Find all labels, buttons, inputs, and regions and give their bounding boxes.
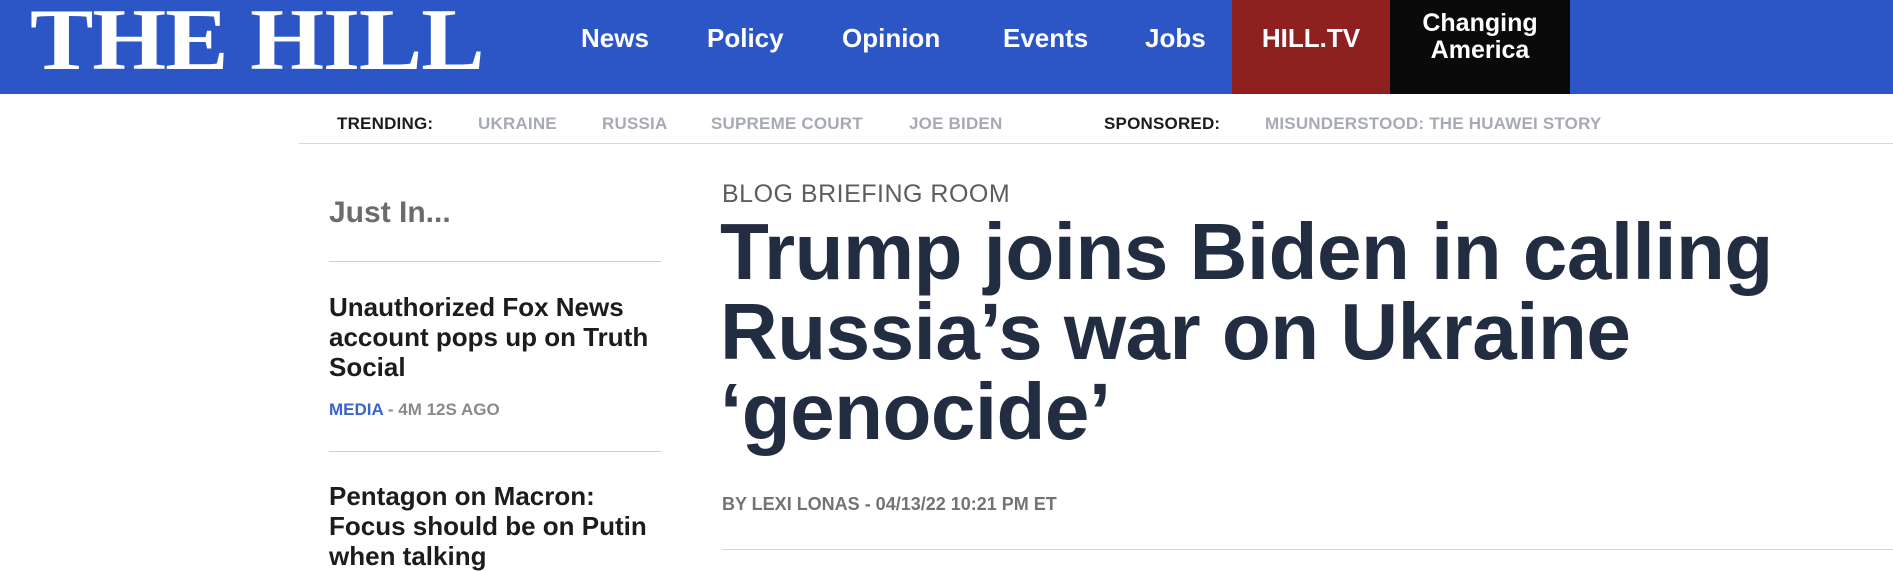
- nav-policy[interactable]: Policy: [707, 0, 784, 94]
- nav-jobs[interactable]: Jobs: [1145, 0, 1206, 94]
- just-in-title: Just In...: [329, 196, 451, 229]
- trending-joe-biden[interactable]: JOE BIDEN: [909, 94, 1002, 154]
- nav-changing-america[interactable]: Changing America: [1390, 0, 1570, 94]
- story-timestamp: 4M 12S AGO: [398, 400, 500, 419]
- article-byline: BY LEXI LONAS - 04/13/22 10:21 PM ET: [722, 494, 1057, 514]
- nav-news[interactable]: News: [581, 0, 649, 94]
- trending-russia[interactable]: RUSSIA: [602, 94, 667, 154]
- nav-events[interactable]: Events: [1003, 0, 1088, 94]
- sidebar-story-headline[interactable]: Pentagon on Macron: Focus should be on P…: [329, 481, 669, 571]
- article-kicker[interactable]: BLOG BRIEFING ROOM: [722, 180, 1010, 209]
- changing-line-2: America: [1430, 36, 1530, 64]
- nav-hilltv[interactable]: HILL.TV: [1232, 0, 1390, 94]
- sponsored-label: SPONSORED:: [1104, 114, 1221, 133]
- nav-opinion[interactable]: Opinion: [842, 0, 940, 94]
- article-divider: [722, 549, 1893, 550]
- sidebar-story-headline[interactable]: Unauthorized Fox News account pops up on…: [329, 292, 669, 382]
- sidebar-divider: [329, 451, 661, 452]
- site-logo[interactable]: THE HILL: [30, 0, 485, 88]
- trending-label: TRENDING:: [337, 114, 434, 133]
- trending-bar: TRENDING: UKRAINE RUSSIA SUPREME COURT J…: [299, 94, 1893, 144]
- changing-line-1: Changing: [1422, 9, 1538, 37]
- sponsored-link[interactable]: MISUNDERSTOOD: THE HUAWEI STORY: [1265, 94, 1601, 154]
- top-navigation-bar: THE HILL News Policy Opinion Events Jobs…: [0, 0, 1893, 94]
- story-category-link[interactable]: MEDIA: [329, 400, 383, 419]
- article-headline: Trump joins Biden in calling Russia’s wa…: [720, 207, 1773, 456]
- trending-ukraine[interactable]: UKRAINE: [478, 94, 557, 154]
- meta-separator: -: [383, 400, 399, 419]
- trending-supreme-court[interactable]: SUPREME COURT: [711, 94, 863, 154]
- sidebar-divider: [329, 261, 661, 262]
- sidebar-story-meta: MEDIA - 4M 12S AGO: [329, 400, 500, 420]
